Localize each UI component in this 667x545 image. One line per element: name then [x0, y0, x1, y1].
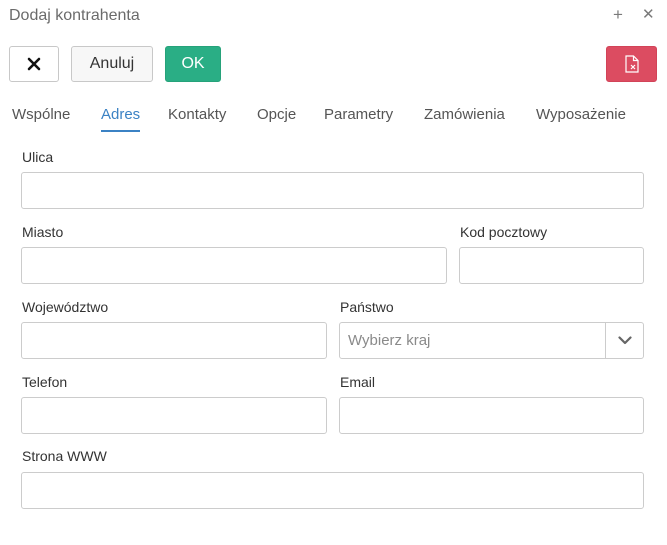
tab-adres[interactable]: Adres	[101, 106, 141, 132]
phone-input[interactable]	[21, 397, 327, 434]
dialog-title: Dodaj kontrahenta	[9, 7, 140, 24]
x-icon	[27, 57, 41, 71]
close-icon[interactable]: ✕	[642, 4, 655, 26]
province-label: Województwo	[22, 299, 109, 315]
province-input[interactable]	[21, 322, 327, 359]
postal-code-input[interactable]	[459, 247, 644, 284]
close-button[interactable]	[9, 46, 59, 82]
cancel-button[interactable]: Anuluj	[71, 46, 153, 82]
postal-code-label: Kod pocztowy	[460, 224, 548, 240]
tab-kontakty[interactable]: Kontakty	[168, 106, 226, 130]
city-input[interactable]	[21, 247, 447, 284]
country-select[interactable]: Wybierz kraj	[339, 322, 644, 359]
street-label: Ulica	[22, 149, 54, 165]
website-input[interactable]	[21, 472, 644, 509]
street-input[interactable]	[21, 172, 644, 209]
country-select-placeholder: Wybierz kraj	[348, 332, 431, 349]
delete-button[interactable]	[606, 46, 657, 82]
city-label: Miasto	[22, 224, 64, 240]
website-label: Strona WWW	[22, 448, 107, 464]
plus-icon[interactable]: +	[613, 4, 623, 26]
delete-document-icon	[624, 55, 639, 73]
tab-opcje[interactable]: Opcje	[257, 106, 296, 130]
tab-wyposazenie[interactable]: Wyposażenie	[536, 106, 626, 130]
tab-parametry[interactable]: Parametry	[324, 106, 393, 130]
tab-bar: Wspólne Adres Kontakty Opcje Parametry Z…	[0, 106, 667, 136]
phone-label: Telefon	[22, 374, 68, 390]
tab-wspolne[interactable]: Wspólne	[12, 106, 70, 130]
email-label: Email	[340, 374, 376, 390]
country-label: Państwo	[340, 299, 394, 315]
chevron-down-icon[interactable]	[606, 323, 643, 358]
ok-button[interactable]: OK	[165, 46, 221, 82]
tab-zamowienia[interactable]: Zamówienia	[424, 106, 505, 130]
email-input[interactable]	[339, 397, 644, 434]
